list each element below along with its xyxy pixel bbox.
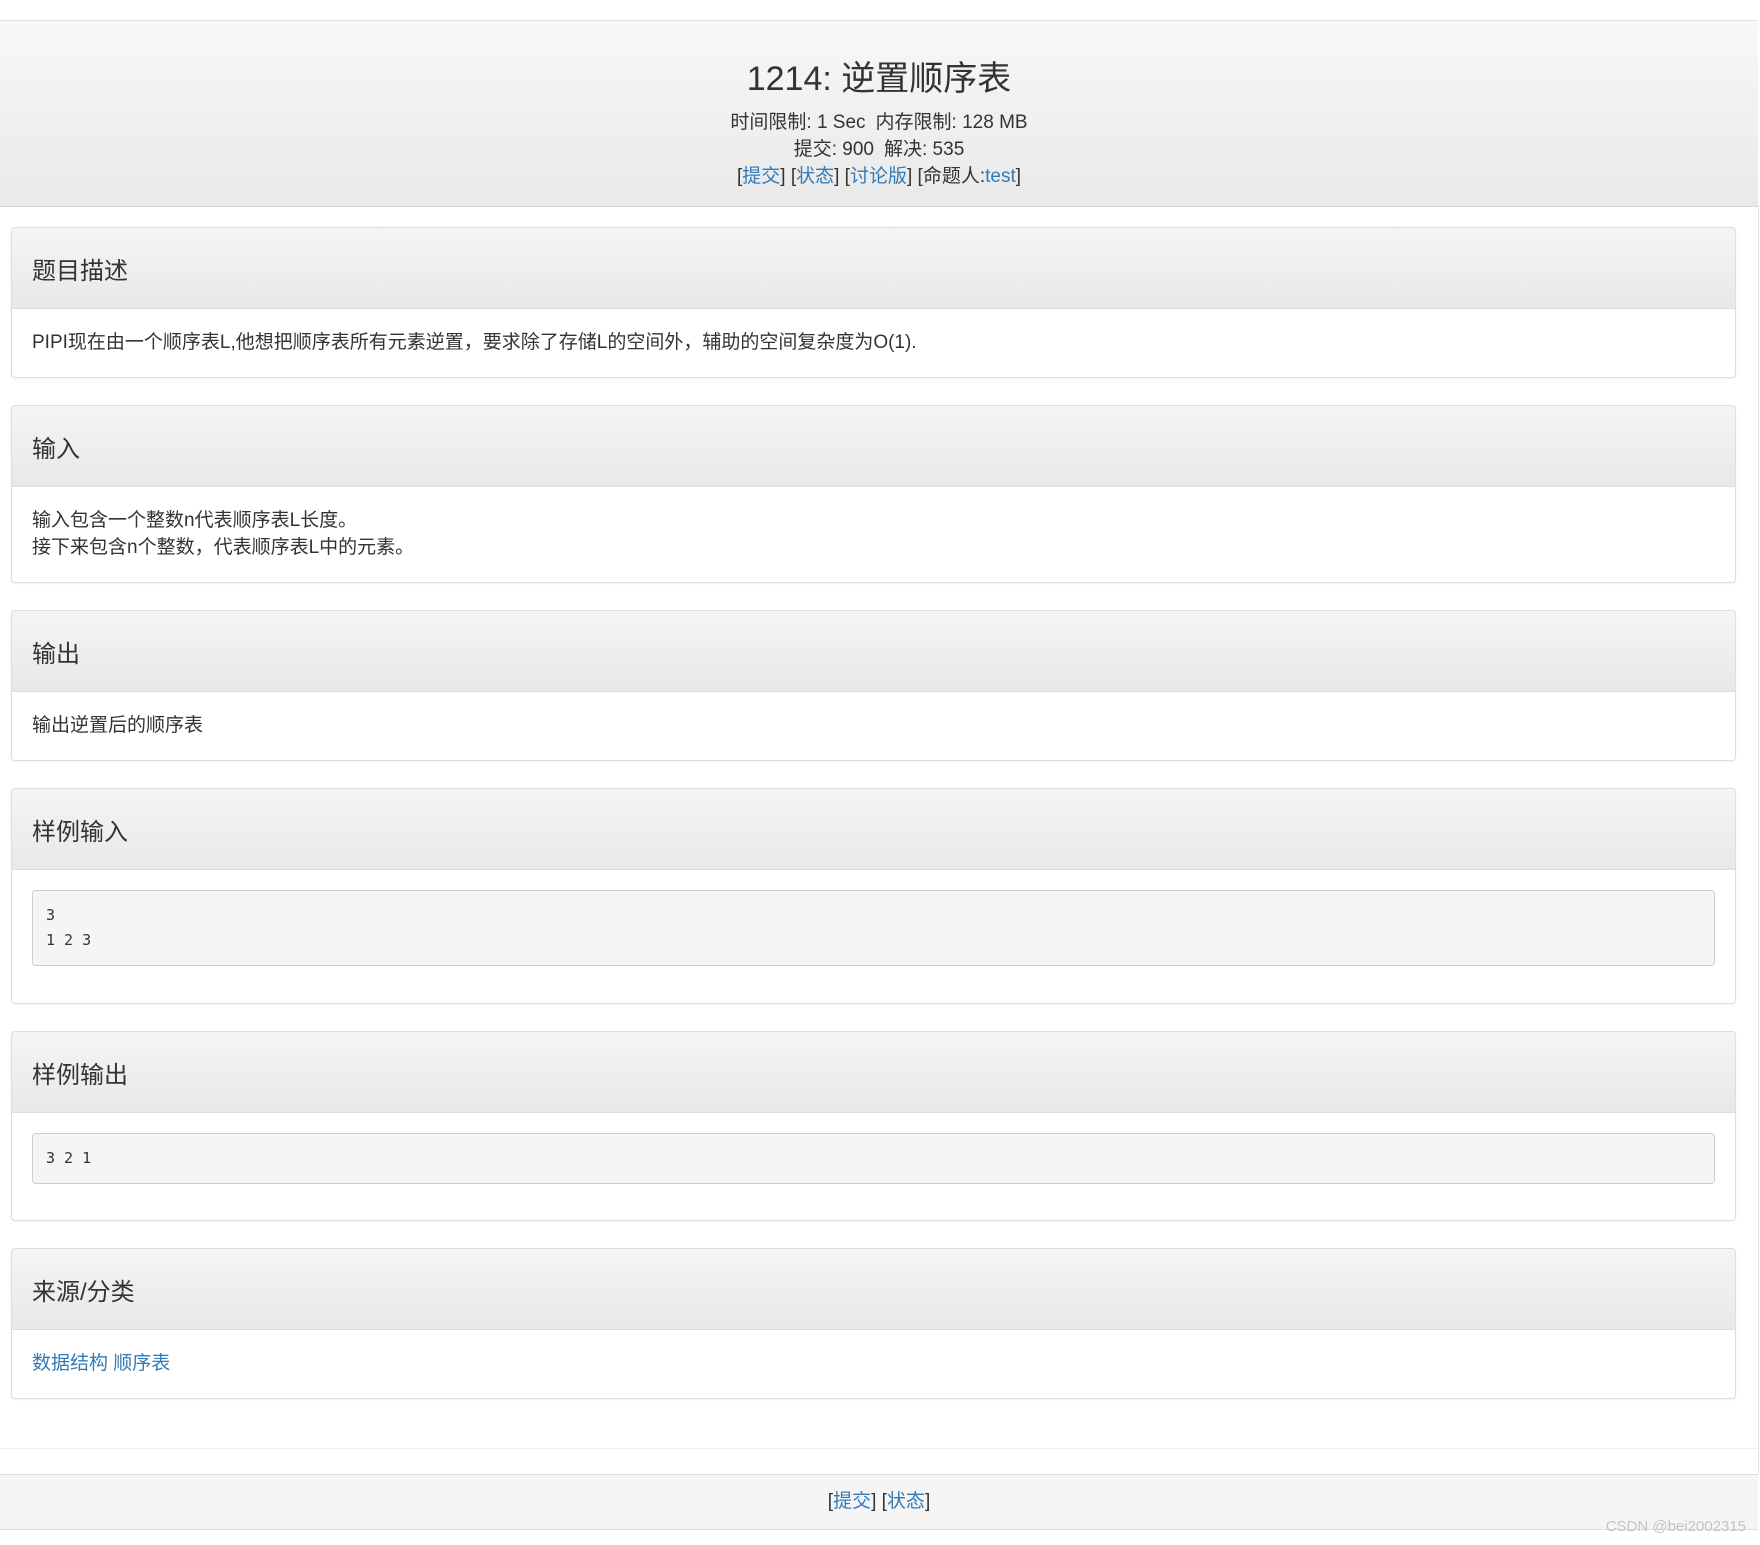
page-title: 1214: 逆置顺序表 — [746, 60, 1012, 98]
output-title: 输出 — [32, 640, 80, 668]
time-limit: 时间限制: 1 Sec — [730, 112, 866, 133]
sample-output-code[interactable]: 3 2 1 — [32, 1133, 1715, 1184]
description-heading: 题目描述 — [12, 228, 1735, 309]
sample-input-code[interactable]: 3 1 2 3 — [32, 890, 1715, 966]
right-border — [1758, 205, 1759, 1475]
solved-count: 解决: 535 — [884, 139, 965, 160]
input-body: 输入包含一个整数n代表顺序表L长度。 接下来包含n个整数，代表顺序表L中的元素。 — [12, 487, 1735, 581]
footer-status-link[interactable]: 状态 — [887, 1491, 925, 1512]
limits-line: 时间限制: 1 Sec 内存限制: 128 MB — [0, 109, 1758, 136]
output-text: 输出逆置后的顺序表 — [32, 715, 204, 736]
input-text-line-2: 接下来包含n个整数，代表顺序表L中的元素。 — [32, 537, 415, 558]
discuss-link[interactable]: 讨论版 — [850, 166, 907, 187]
source-body: 数据结构 顺序表 — [12, 1330, 1735, 1397]
output-panel: 输出 输出逆置后的顺序表 — [11, 610, 1736, 761]
input-title: 输入 — [32, 435, 80, 463]
tag-link-data-structure[interactable]: 数据结构 — [32, 1353, 108, 1374]
stats-line: 提交: 900 解决: 535 — [0, 136, 1758, 163]
source-panel: 来源/分类 数据结构 顺序表 — [11, 1248, 1736, 1399]
input-text-line-1: 输入包含一个整数n代表顺序表L长度。 — [32, 510, 358, 531]
sample-output-heading: 样例输出 — [12, 1032, 1735, 1113]
description-title: 题目描述 — [32, 257, 128, 285]
output-heading: 输出 — [12, 611, 1735, 692]
author-label: 命题人: — [922, 166, 986, 187]
input-heading: 输入 — [12, 406, 1735, 487]
tag-link-sequence-list[interactable]: 顺序表 — [113, 1353, 170, 1374]
memory-limit: 内存限制: 128 MB — [875, 112, 1028, 133]
description-body: PIPI现在由一个顺序表L,他想把顺序表所有元素逆置，要求除了存储L的空间外，辅… — [12, 309, 1735, 376]
footer-separator — [0, 1448, 1758, 1449]
input-panel: 输入 输入包含一个整数n代表顺序表L长度。 接下来包含n个整数，代表顺序表L中的… — [11, 405, 1736, 583]
sample-input-panel: 样例输入 3 1 2 3 — [11, 788, 1736, 1004]
output-body: 输出逆置后的顺序表 — [12, 692, 1735, 759]
footer-submit-link[interactable]: 提交 — [833, 1491, 871, 1512]
status-link[interactable]: 状态 — [796, 166, 834, 187]
submit-link[interactable]: 提交 — [742, 166, 780, 187]
sample-input-body: 3 1 2 3 — [12, 870, 1735, 986]
watermark: CSDN @bei2002315 — [1605, 1518, 1746, 1535]
problem-header: 1214: 逆置顺序表 时间限制: 1 Sec 内存限制: 128 MB 提交: … — [0, 20, 1758, 207]
sample-output-title: 样例输出 — [32, 1061, 128, 1089]
header-links: [提交] [状态] [讨论版] [命题人:test] — [736, 166, 1022, 187]
sample-output-body: 3 2 1 — [12, 1113, 1735, 1204]
sample-input-heading: 样例输入 — [12, 789, 1735, 870]
submit-count: 提交: 900 — [793, 139, 874, 160]
source-heading: 来源/分类 — [12, 1249, 1735, 1330]
description-panel: 题目描述 PIPI现在由一个顺序表L,他想把顺序表所有元素逆置，要求除了存储L的… — [11, 227, 1736, 378]
source-title: 来源/分类 — [32, 1278, 135, 1306]
description-text: PIPI现在由一个顺序表L,他想把顺序表所有元素逆置，要求除了存储L的空间外，辅… — [32, 332, 917, 353]
sample-input-title: 样例输入 — [32, 818, 128, 846]
sample-output-panel: 样例输出 3 2 1 — [11, 1031, 1736, 1221]
footer-links: [提交] [状态] — [0, 1474, 1758, 1530]
problem-page: 1214: 逆置顺序表 时间限制: 1 Sec 内存限制: 128 MB 提交: … — [0, 0, 1760, 1545]
author-link[interactable]: test — [985, 166, 1016, 187]
